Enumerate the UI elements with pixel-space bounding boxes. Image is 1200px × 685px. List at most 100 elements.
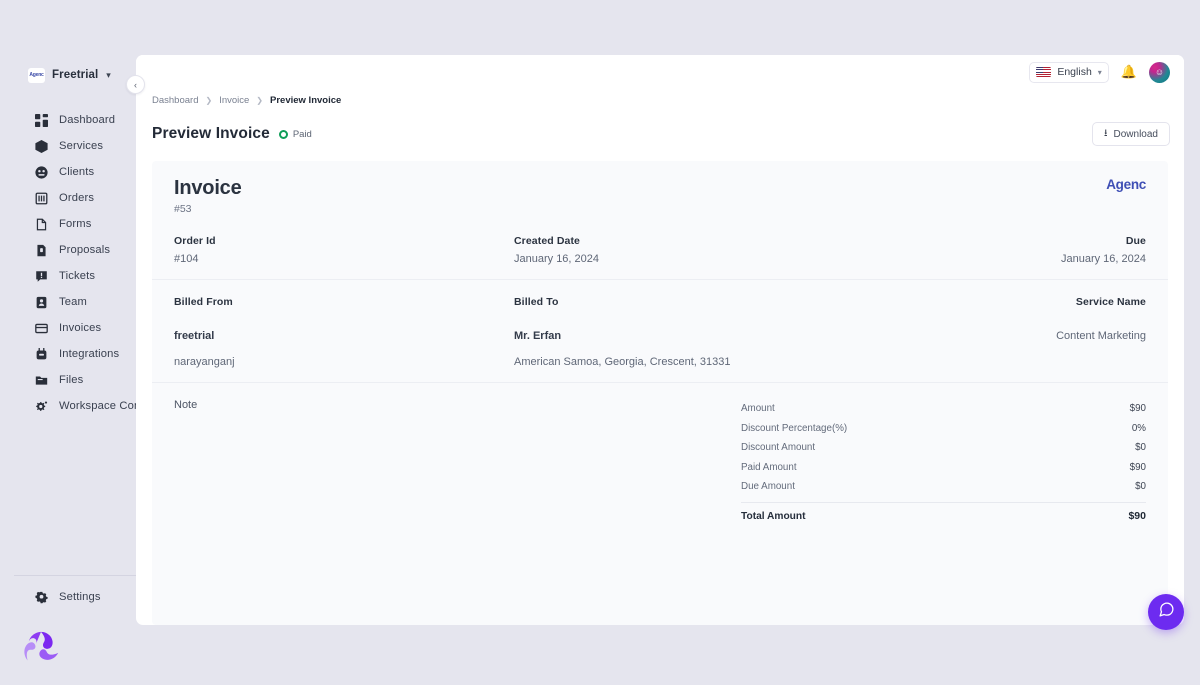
- totals-divider: [741, 502, 1146, 503]
- order-id-field: Order Id #104: [174, 235, 514, 265]
- page-header-left: Preview Invoice Paid: [152, 125, 312, 143]
- orders-icon: [34, 191, 48, 205]
- status-badge: Paid: [279, 129, 312, 140]
- invoice-title-row: Invoice #53 Agenc: [174, 177, 1146, 215]
- sidebar-item-label: Services: [59, 140, 103, 152]
- avatar[interactable]: ☺: [1149, 62, 1170, 83]
- due-date-field: Due January 16, 2024: [846, 235, 1146, 265]
- app-brand-logo: [20, 628, 62, 670]
- total-row-value: $0: [1135, 442, 1146, 453]
- sidebar-item-label: Integrations: [59, 348, 119, 360]
- chevron-down-icon: ▾: [1098, 68, 1102, 77]
- sidebar-item-workspace-config[interactable]: Workspace Config: [14, 393, 138, 419]
- sidebar: Agenc Freetrial ▾ Dashboard Services: [14, 55, 138, 670]
- folder-icon: [34, 373, 48, 387]
- main-panel: English ▾ 🔔 ☺ Dashboard ❯ Invoice ❯ Prev…: [136, 55, 1184, 625]
- total-row: Paid Amount $90: [741, 458, 1146, 478]
- sidebar-item-label: Tickets: [59, 270, 95, 282]
- sidebar-item-label: Proposals: [59, 244, 110, 256]
- sidebar-item-label: Team: [59, 296, 87, 308]
- total-amount-row: Total Amount $90: [741, 507, 1146, 527]
- agenc-brand-logo: Agenc: [1106, 177, 1146, 192]
- workspace-name: Freetrial: [52, 69, 98, 81]
- sidebar-item-label: Clients: [59, 166, 94, 178]
- total-row-key: Discount Amount: [741, 442, 815, 453]
- top-bar: English ▾ 🔔 ☺: [136, 55, 1184, 89]
- sidebar-item-dashboard[interactable]: Dashboard: [14, 107, 138, 133]
- sidebar-item-services[interactable]: Services: [14, 133, 138, 159]
- sidebar-item-orders[interactable]: Orders: [14, 185, 138, 211]
- created-date-value: January 16, 2024: [514, 253, 846, 265]
- total-row-key: Discount Percentage(%): [741, 423, 847, 434]
- workspace-switcher[interactable]: Agenc Freetrial ▾: [14, 55, 138, 95]
- download-button[interactable]: ⭳ Download: [1092, 122, 1170, 146]
- dashboard-icon: [34, 113, 48, 127]
- sidebar-item-label: Dashboard: [59, 114, 115, 126]
- sidebar-item-team[interactable]: Team: [14, 289, 138, 315]
- note-block: Note: [174, 399, 741, 526]
- proposal-icon: [34, 243, 48, 257]
- gear-icon: [34, 590, 48, 604]
- note-label: Note: [174, 399, 741, 411]
- order-id-label: Order Id: [174, 235, 514, 247]
- language-label: English: [1057, 66, 1091, 78]
- bell-icon[interactable]: 🔔: [1121, 64, 1137, 80]
- file-icon: [34, 217, 48, 231]
- due-date-label: Due: [846, 235, 1146, 247]
- totals-table: Amount $90 Discount Percentage(%) 0% Dis…: [741, 399, 1146, 526]
- status-circle-icon: [279, 130, 288, 139]
- sidebar-item-label: Forms: [59, 218, 91, 230]
- total-row: Amount $90: [741, 399, 1146, 419]
- total-row-value: $90: [1130, 403, 1146, 414]
- breadcrumb-item-invoice[interactable]: Invoice: [219, 95, 249, 106]
- sidebar-item-label: Settings: [59, 591, 101, 603]
- sidebar-item-settings[interactable]: Settings: [14, 584, 138, 610]
- us-flag-icon: [1036, 67, 1051, 77]
- billed-names-row: freetrial Mr. Erfan Content Marketing: [174, 324, 1146, 342]
- invoice-title-block: Invoice #53: [174, 177, 242, 215]
- billed-to-name: Mr. Erfan: [514, 330, 846, 342]
- sidebar-divider: [14, 575, 138, 576]
- invoice-header-section: Invoice #53 Agenc Order Id #104 Created …: [152, 161, 1168, 279]
- created-date-field: Created Date January 16, 2024: [514, 235, 846, 265]
- sidebar-item-integrations[interactable]: Integrations: [14, 341, 138, 367]
- breadcrumb-item-dashboard[interactable]: Dashboard: [152, 95, 198, 106]
- team-icon: [34, 295, 48, 309]
- chat-button[interactable]: [1148, 594, 1184, 630]
- sidebar-item-files[interactable]: Files: [14, 367, 138, 393]
- sidebar-collapse-button[interactable]: ‹: [126, 75, 145, 94]
- sidebar-item-forms[interactable]: Forms: [14, 211, 138, 237]
- chevron-down-icon: ▾: [106, 70, 111, 81]
- box-icon: [34, 139, 48, 153]
- app-root: Agenc Freetrial ▾ Dashboard Services: [0, 0, 1200, 685]
- total-row-value: $90: [1130, 462, 1146, 473]
- total-row: Due Amount $0: [741, 477, 1146, 497]
- gear-config-icon: [34, 399, 48, 413]
- total-row: Discount Percentage(%) 0%: [741, 419, 1146, 439]
- invoice-meta-row: Order Id #104 Created Date January 16, 2…: [174, 235, 1146, 265]
- total-row-key: Amount: [741, 403, 775, 414]
- sidebar-item-tickets[interactable]: Tickets: [14, 263, 138, 289]
- billed-from-label: Billed From: [174, 296, 514, 308]
- sidebar-item-proposals[interactable]: Proposals: [14, 237, 138, 263]
- sidebar-bottom: Settings: [14, 575, 138, 670]
- invoice-parties-section: Billed From Billed To Service Name freet…: [152, 280, 1168, 382]
- sidebar-item-label: Orders: [59, 192, 94, 204]
- total-amount-value: $90: [1128, 510, 1146, 522]
- sidebar-item-label: Files: [59, 374, 83, 386]
- invoice-heading: Invoice: [174, 177, 242, 200]
- language-selector[interactable]: English ▾: [1029, 62, 1108, 83]
- sidebar-item-clients[interactable]: Clients: [14, 159, 138, 185]
- sidebar-item-invoices[interactable]: Invoices: [14, 315, 138, 341]
- sidebar-nav: Dashboard Services Clients Orders: [14, 107, 138, 419]
- service-name-label: Service Name: [846, 296, 1146, 308]
- integrations-icon: [34, 347, 48, 361]
- ticket-icon: [34, 269, 48, 283]
- users-icon: [34, 165, 48, 179]
- workspace-logo-icon: Agenc: [28, 68, 45, 83]
- chat-bubble-icon: [1158, 601, 1175, 623]
- due-date-value: January 16, 2024: [846, 253, 1146, 265]
- total-row-key: Due Amount: [741, 481, 795, 492]
- total-row-key: Paid Amount: [741, 462, 797, 473]
- download-icon: ⭳: [1104, 126, 1108, 143]
